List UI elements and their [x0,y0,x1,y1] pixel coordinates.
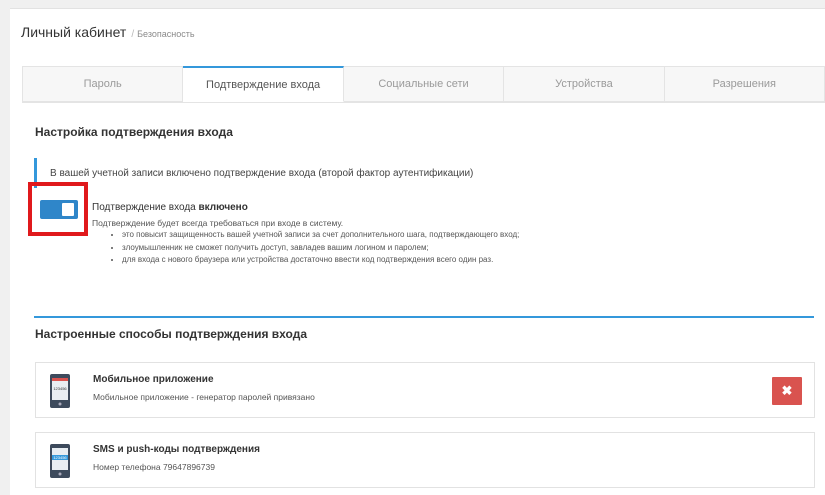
list-item: для входа с нового браузера или устройст… [122,254,519,267]
method-card-mobile-app: 123456 Мобильное приложение Мобильное пр… [35,362,815,418]
status-value: включено [198,202,248,213]
tab-permissions[interactable]: Разрешения [664,66,825,102]
toggle-highlight [28,182,88,236]
login-confirmation-toggle[interactable] [40,200,78,219]
list-item: злоумышленник не сможет получить доступ,… [122,242,519,255]
status-description: Подтверждение будет всегда требоваться п… [92,218,344,228]
section-divider [34,316,814,318]
breadcrumb-separator: / [131,29,135,40]
tab-bar: Пароль Подтверждение входа Социальные се… [22,66,825,103]
method-card-sms: 123456 SMS и push-коды подтверждения Ном… [35,432,815,488]
status-line: Подтверждение входа включено [92,202,248,213]
security-panel: Пароль Подтверждение входа Социальные се… [10,48,825,495]
settings-title: Настройка подтверждения входа [35,125,233,139]
app-code-text: 123456 [53,386,67,391]
list-item: это повысит защищенность вашей учетной з… [122,229,519,242]
tab-social-networks[interactable]: Социальные сети [343,66,505,102]
tab-password[interactable]: Пароль [22,66,184,102]
breadcrumb: Личный кабинет / Безопасность [21,24,195,42]
status-prefix: Подтверждение входа [92,202,196,213]
info-notice: В вашей учетной записи включено подтверж… [34,158,594,188]
method-detail: Номер телефона 79647896739 [93,462,215,472]
close-icon: ✖ [781,383,793,398]
method-name: Мобильное приложение [93,374,214,385]
sms-code-text: 123456 [53,455,67,460]
breadcrumb-root[interactable]: Личный кабинет [21,24,126,40]
mobile-app-icon: 123456 [50,374,70,408]
method-name: SMS и push-коды подтверждения [93,444,260,455]
sms-phone-icon: 123456 [50,444,70,478]
breadcrumb-current: Безопасность [137,29,195,39]
benefits-list: это повысит защищенность вашей учетной з… [110,229,519,267]
methods-title: Настроенные способы подтверждения входа [35,327,308,341]
tab-login-confirmation[interactable]: Подтверждение входа [183,66,344,102]
tab-devices[interactable]: Устройства [504,66,665,102]
toggle-knob [62,203,74,216]
info-text: В вашей учетной записи включено подтверж… [50,167,474,179]
method-detail: Мобильное приложение - генератор паролей… [93,392,315,402]
page-header: Личный кабинет / Безопасность [10,8,825,52]
delete-button[interactable]: ✖ [772,377,802,405]
